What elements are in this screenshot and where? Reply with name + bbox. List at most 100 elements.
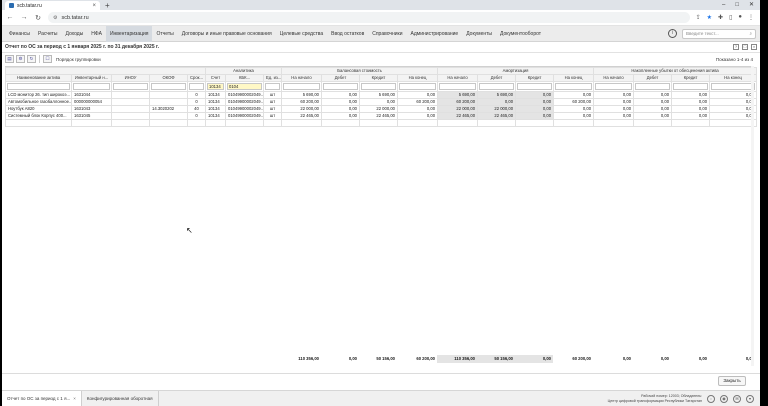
table-cell	[111, 112, 150, 120]
help-icon[interactable]: ?	[733, 44, 739, 50]
column-header[interactable]: ИНОУ	[111, 74, 150, 82]
filter-input[interactable]	[479, 83, 515, 90]
forward-icon[interactable]: →	[20, 14, 28, 21]
column-header[interactable]: Наименование актива	[5, 74, 72, 82]
filter-input[interactable]	[439, 83, 477, 90]
column-header[interactable]: Кредит	[359, 74, 398, 82]
filter-input[interactable]	[265, 83, 280, 90]
table-row[interactable]: Системный блок Корпус 400... 1631045 0 1013…	[5, 112, 758, 120]
camera-icon[interactable]: ◉	[720, 394, 728, 403]
table-row[interactable]: Автомобильное газобаллонное... 0000000000…	[5, 98, 758, 106]
kbk-filter-input[interactable]: 0104	[227, 83, 262, 90]
close-report-button[interactable]: Закрыть	[718, 376, 746, 386]
column-header[interactable]: КБК...	[225, 74, 264, 82]
filter-input[interactable]	[555, 83, 593, 90]
dropdown-icon[interactable]: ▾	[746, 394, 754, 403]
grouping-checkbox[interactable]: ☐	[43, 55, 52, 63]
column-header[interactable]: Дебет	[633, 74, 673, 82]
back-icon[interactable]: ←	[6, 14, 14, 21]
menu-item[interactable]: Доходы	[62, 26, 88, 42]
filter-input[interactable]	[399, 83, 437, 90]
table-row[interactable]: LCD монитор 26. тип широкоэ... 1631044 0 10…	[5, 91, 758, 99]
filter-input[interactable]	[151, 83, 186, 90]
column-header[interactable]: На начало	[593, 74, 635, 82]
menu-item[interactable]: Расчеты	[34, 26, 62, 42]
profile-icon[interactable]: ●	[738, 14, 742, 21]
table-row[interactable]: Ноутбук А820 1631043 14.3020202 40 10134 0104…	[5, 105, 758, 113]
sidebar-icon[interactable]: ▯	[729, 14, 732, 21]
empty-cell	[263, 119, 282, 127]
column-header[interactable]: Срок...	[187, 74, 206, 82]
column-header[interactable]: На начало	[281, 74, 322, 82]
filter-input[interactable]	[73, 83, 110, 90]
app-search-input[interactable]: Введите текст... ⌕	[682, 28, 756, 39]
column-header[interactable]: На конец	[396, 74, 439, 82]
info-icon[interactable]: i	[668, 29, 677, 38]
column-header[interactable]: Дебет	[321, 74, 360, 82]
footer-tab[interactable]: Конфигурированная оборотная	[82, 391, 159, 406]
menu-item[interactable]: Договоры и иные правовые основания	[178, 26, 276, 42]
bookmark-star-icon[interactable]: ★	[707, 14, 712, 21]
column-header[interactable]: На конец	[709, 74, 758, 82]
chat-icon[interactable]: ◌	[707, 394, 715, 403]
close-tab-icon[interactable]: ×	[92, 3, 96, 9]
menu-item[interactable]: Документы	[462, 26, 496, 42]
menu-item[interactable]: Целевые средства	[276, 26, 327, 42]
filter-input[interactable]	[323, 83, 358, 90]
filter-input[interactable]	[595, 83, 633, 90]
reload-icon[interactable]: ↻	[34, 14, 42, 22]
filter-input[interactable]	[361, 83, 396, 90]
filter-cell	[71, 81, 112, 92]
menu-item[interactable]: Справочники	[368, 26, 406, 42]
browser-menu-icon[interactable]: ⋮	[748, 14, 754, 21]
url-field[interactable]: ⚙ scb.tatar.ru	[48, 12, 690, 23]
menu-item[interactable]: Ввод остатков	[327, 26, 368, 42]
close-panel-icon[interactable]: ×	[751, 44, 757, 50]
maximize-button[interactable]: □	[735, 1, 739, 10]
mail-icon[interactable]: ✉	[733, 394, 741, 403]
column-header[interactable]: Счет	[205, 74, 226, 82]
browser-tab[interactable]: scb.tatar.ru ×	[5, 1, 100, 10]
account-filter-input[interactable]: 10134	[207, 83, 224, 90]
column-header[interactable]: Кредит	[515, 74, 555, 82]
menu-item[interactable]: Администрирование	[407, 26, 463, 42]
column-header[interactable]: Ед. из...	[263, 74, 282, 82]
column-header[interactable]: На начало	[437, 74, 479, 82]
filter-cell	[187, 81, 206, 92]
share-icon[interactable]: ⇪	[696, 14, 701, 21]
column-header[interactable]: ОКОФ	[149, 74, 188, 82]
filter-input[interactable]	[517, 83, 553, 90]
site-info-icon[interactable]: ⚙	[53, 15, 57, 21]
total-cell: 50 156,00	[376, 356, 395, 361]
filter-input[interactable]	[189, 83, 204, 90]
maximize-panel-icon[interactable]: □	[742, 44, 748, 50]
menu-item[interactable]: Отчеты	[152, 26, 177, 42]
export-icon[interactable]: ▤	[5, 55, 14, 63]
menu-item[interactable]: Финансы	[5, 26, 34, 42]
settings-icon[interactable]: ⚙	[16, 55, 25, 63]
menu-item-active[interactable]: Инвентаризация	[105, 25, 153, 42]
total-cell: 0,00	[622, 356, 631, 361]
vertical-scrollbar[interactable]	[751, 66, 754, 366]
filter-input[interactable]	[7, 83, 70, 90]
search-icon[interactable]: ⌕	[749, 30, 752, 38]
filter-input[interactable]	[673, 83, 709, 90]
column-header[interactable]: На конец	[553, 74, 595, 82]
filter-input[interactable]	[283, 83, 320, 90]
footer-tab-active[interactable]: Отчет по ОС за период с 1 я... ×	[2, 391, 82, 406]
menu-item[interactable]: Документооборот	[496, 26, 545, 42]
filter-input[interactable]	[635, 83, 671, 90]
new-tab-button[interactable]: +	[105, 1, 110, 10]
minimize-button[interactable]: –	[722, 1, 725, 10]
filter-cell	[263, 81, 282, 92]
column-header[interactable]: Кредит	[671, 74, 711, 82]
column-header[interactable]: Инвентарный н...	[71, 74, 112, 82]
extensions-icon[interactable]: ✚	[718, 14, 723, 21]
menu-item[interactable]: НФА	[87, 26, 106, 42]
close-window-button[interactable]: ✕	[749, 1, 754, 10]
column-header[interactable]: Дебет	[477, 74, 517, 82]
filter-input[interactable]	[113, 83, 148, 90]
refresh-icon[interactable]: ↻	[27, 55, 36, 63]
close-footer-tab-icon[interactable]: ×	[73, 391, 76, 406]
filter-input[interactable]	[711, 83, 756, 90]
